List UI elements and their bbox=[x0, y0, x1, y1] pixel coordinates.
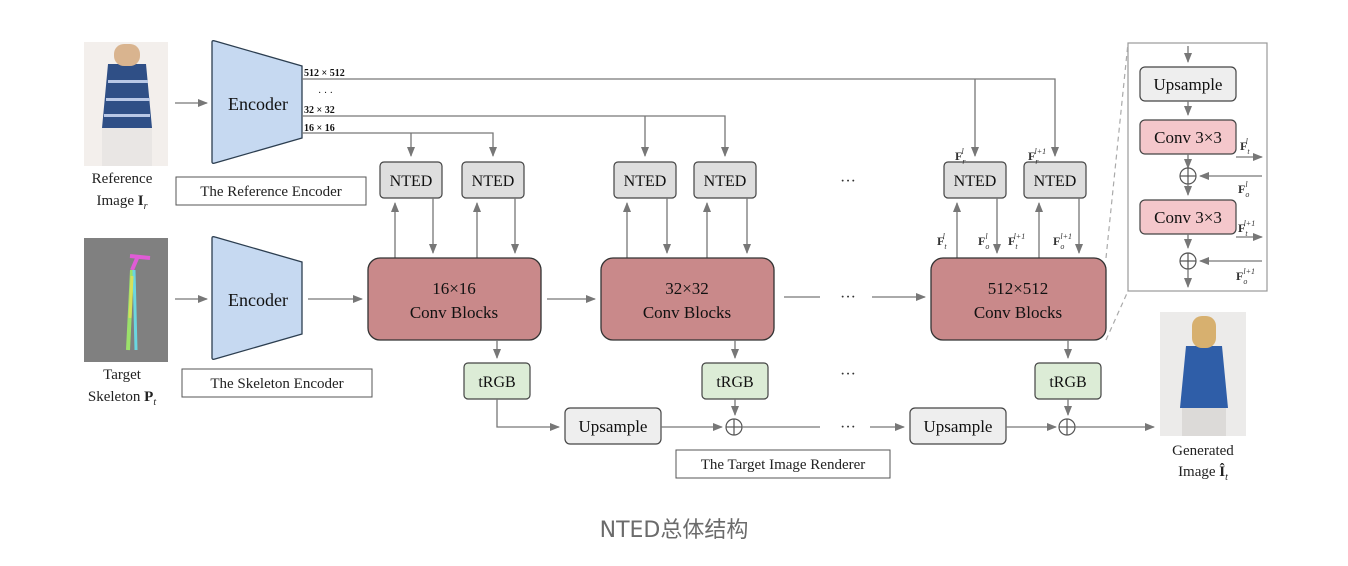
conv-block-detail-inset: Upsample Conv 3×3 Ftl Fol Conv 3×3 Ftl+1 bbox=[1105, 42, 1268, 341]
svg-text:NTED: NTED bbox=[1034, 173, 1077, 190]
target-skeleton-label: Target bbox=[103, 367, 142, 383]
upsample-block-1: Upsample bbox=[564, 407, 662, 445]
svg-text:Conv Blocks: Conv Blocks bbox=[643, 303, 731, 322]
reference-encoder: Encoder bbox=[211, 40, 303, 164]
svg-text:Conv Blocks: Conv Blocks bbox=[974, 303, 1062, 322]
skeleton-encoder-label: Encoder bbox=[228, 290, 288, 310]
nted-block-32b: NTED bbox=[693, 161, 757, 199]
svg-text:tRGB: tRGB bbox=[478, 374, 515, 391]
svg-text:The Target Image Renderer: The Target Image Renderer bbox=[701, 457, 866, 473]
svg-text:Conv 3×3: Conv 3×3 bbox=[1154, 128, 1222, 147]
inset-plus-1 bbox=[1179, 167, 1197, 185]
nted-dots: ··· bbox=[840, 173, 856, 190]
inset-plus-2 bbox=[1179, 252, 1197, 270]
skeleton-encoder-caption: The Skeleton Encoder bbox=[181, 368, 373, 398]
nted-architecture-diagram: Reference Image Ir Target Skeleton Pt Ge… bbox=[84, 40, 1268, 483]
plus-node-32 bbox=[725, 418, 743, 436]
svg-text:NTED: NTED bbox=[390, 173, 433, 190]
upsample-block-2: Upsample bbox=[909, 407, 1007, 445]
svg-text:32×32: 32×32 bbox=[665, 279, 709, 298]
reference-image bbox=[84, 42, 168, 166]
label-f-t-l: Ftl bbox=[937, 232, 947, 251]
svg-text:tRGB: tRGB bbox=[716, 374, 753, 391]
reference-image-label-line2: Image Ir bbox=[97, 193, 148, 212]
trgb-block-32: tRGB bbox=[701, 362, 769, 400]
svg-text:NTED: NTED bbox=[624, 173, 667, 190]
plus-node-512 bbox=[1058, 418, 1076, 436]
conv-blocks-16: 16×16 Conv Blocks bbox=[367, 257, 542, 341]
target-skeleton-image bbox=[84, 238, 168, 362]
figure-caption: NTED总体结构 bbox=[599, 518, 749, 543]
inset-upsample: Upsample bbox=[1139, 66, 1237, 102]
nted-block-512b: NTED bbox=[1023, 161, 1087, 199]
svg-text:The Skeleton Encoder: The Skeleton Encoder bbox=[210, 376, 343, 392]
svg-text:512×512: 512×512 bbox=[988, 279, 1049, 298]
trgb-dots: ··· bbox=[840, 366, 856, 383]
generated-image-label-line2: Image Ît bbox=[1178, 463, 1228, 483]
svg-text:Conv Blocks: Conv Blocks bbox=[410, 303, 498, 322]
svg-text:Upsample: Upsample bbox=[924, 417, 993, 436]
feature-label-512: 512 × 512 bbox=[304, 68, 345, 79]
label-f-o-l1: Fol+1 bbox=[1053, 232, 1072, 251]
svg-text:Upsample: Upsample bbox=[1154, 75, 1223, 94]
reference-encoder-label: Encoder bbox=[228, 94, 288, 114]
inset-conv-1: Conv 3×3 bbox=[1139, 119, 1237, 155]
target-skeleton-label-line2: Skeleton Pt bbox=[88, 389, 156, 408]
label-f-o-l: Fol bbox=[978, 232, 989, 251]
svg-text:Conv 3×3: Conv 3×3 bbox=[1154, 208, 1222, 227]
renderer-caption: The Target Image Renderer bbox=[675, 449, 891, 479]
conv-blocks-32: 32×32 Conv Blocks bbox=[600, 257, 775, 341]
svg-text:NTED: NTED bbox=[472, 173, 515, 190]
trgb-block-512: tRGB bbox=[1034, 362, 1102, 400]
nted-block-512a: NTED bbox=[943, 161, 1007, 199]
feature-dots: · · · bbox=[318, 88, 333, 99]
generated-image-label: Generated bbox=[1172, 443, 1234, 459]
reference-encoder-caption: The Reference Encoder bbox=[175, 176, 367, 206]
conv-dots: ··· bbox=[840, 289, 856, 306]
nted-block-16b: NTED bbox=[461, 161, 525, 199]
svg-text:NTED: NTED bbox=[954, 173, 997, 190]
inset-conv-2: Conv 3×3 bbox=[1139, 199, 1237, 235]
nted-block-16a: NTED bbox=[379, 161, 443, 199]
reference-image-label: Reference bbox=[92, 171, 153, 187]
svg-text:NTED: NTED bbox=[704, 173, 747, 190]
svg-text:The Reference Encoder: The Reference Encoder bbox=[200, 184, 342, 200]
feature-label-32: 32 × 32 bbox=[304, 105, 335, 116]
svg-text:Upsample: Upsample bbox=[579, 417, 648, 436]
svg-text:tRGB: tRGB bbox=[1049, 374, 1086, 391]
conv-blocks-512: 512×512 Conv Blocks bbox=[930, 257, 1107, 341]
generated-image bbox=[1160, 312, 1246, 436]
nted-block-32a: NTED bbox=[613, 161, 677, 199]
render-dots: ··· bbox=[840, 419, 856, 436]
label-f-t-l1: Ftl+1 bbox=[1008, 232, 1025, 251]
skeleton-encoder: Encoder bbox=[211, 236, 303, 360]
svg-text:16×16: 16×16 bbox=[432, 279, 476, 298]
trgb-block-16: tRGB bbox=[463, 362, 531, 400]
